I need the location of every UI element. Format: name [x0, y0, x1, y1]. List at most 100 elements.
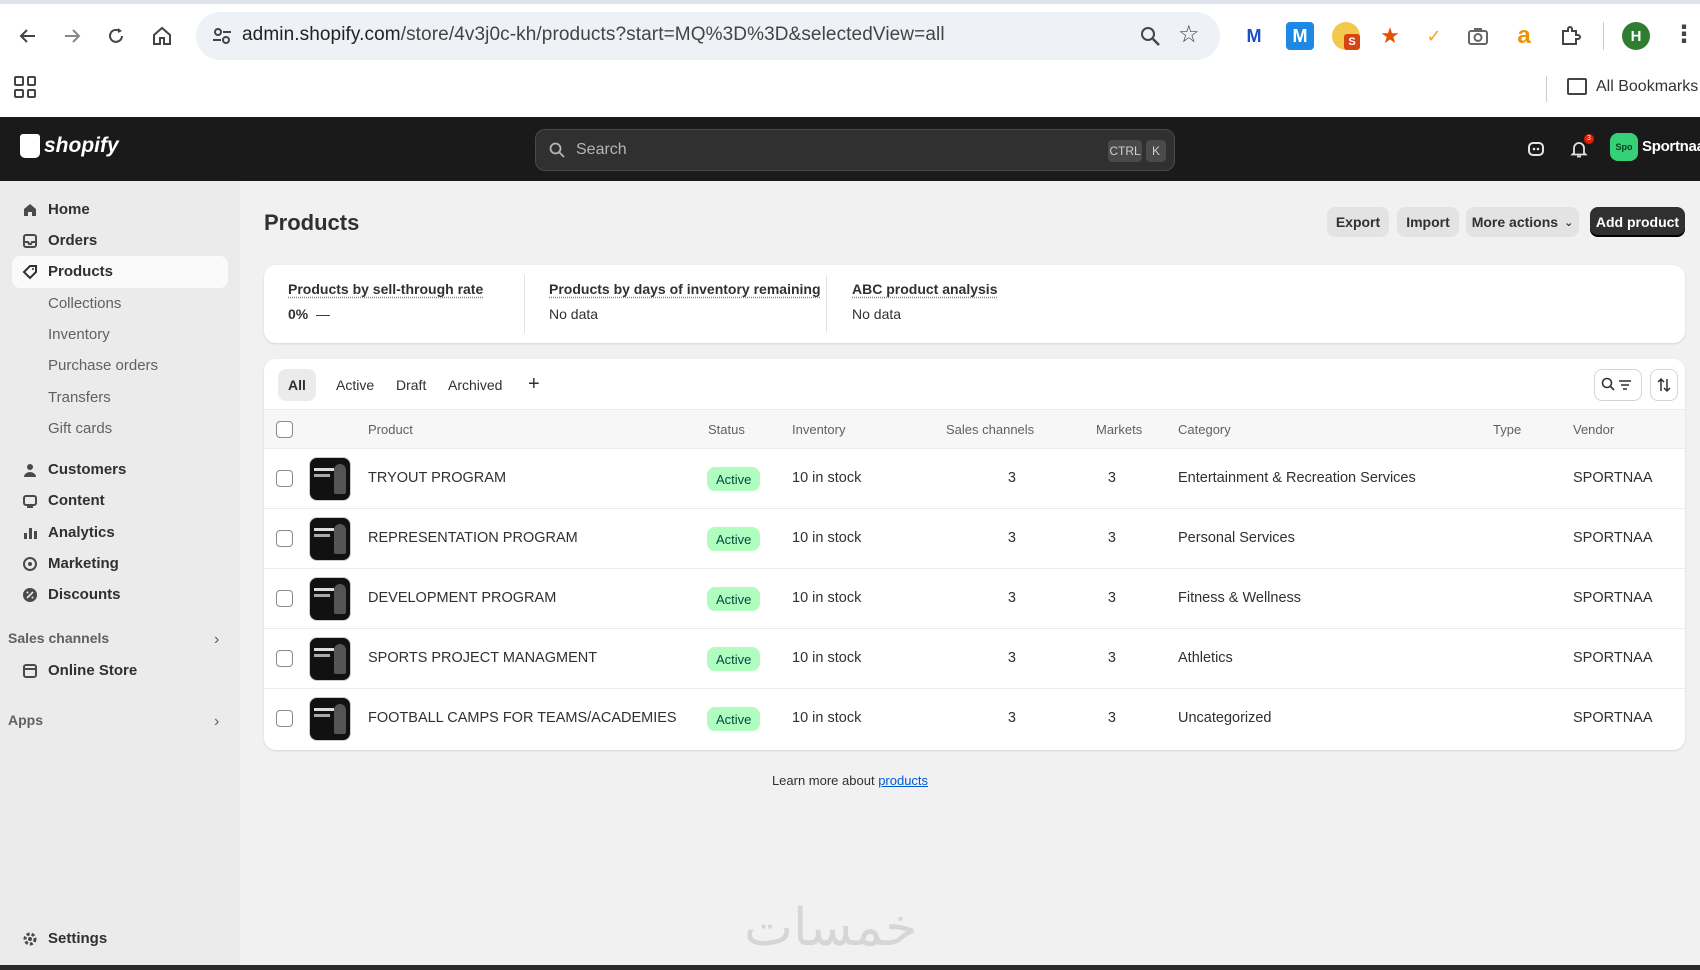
- camera-extension-icon[interactable]: [1464, 22, 1492, 50]
- shopify-logo-icon[interactable]: [20, 134, 40, 158]
- sort-button[interactable]: [1650, 369, 1678, 401]
- status-badge: Active: [707, 467, 761, 491]
- s-badge-extension-icon[interactable]: S: [1332, 22, 1360, 50]
- sidekick-icon[interactable]: [1524, 137, 1548, 161]
- column-header-inventory[interactable]: Inventory: [792, 422, 845, 437]
- vendor-cell: SPORTNAA: [1573, 530, 1653, 546]
- table-row[interactable]: SPORTS PROJECT MANAGMENT Active 10 in stoc…: [264, 629, 1685, 689]
- status-badge: Active: [707, 587, 761, 611]
- puzzle-icon[interactable]: [1556, 22, 1584, 50]
- metric-abc-analysis[interactable]: ABC product analysis No data: [852, 281, 997, 322]
- table-row[interactable]: FOOTBALL CAMPS FOR TEAMS/ACADEMIES Active…: [264, 689, 1685, 749]
- product-name[interactable]: FOOTBALL CAMPS FOR TEAMS/ACADEMIES: [368, 710, 677, 726]
- sidebar-item-collections[interactable]: Collections: [12, 288, 228, 320]
- column-header-vendor[interactable]: Vendor: [1573, 422, 1614, 437]
- malwarebytes-icon[interactable]: M: [1240, 22, 1268, 50]
- shopify-wordmark[interactable]: shopify: [44, 134, 119, 158]
- browser-menu-icon[interactable]: ⋮: [1672, 20, 1696, 49]
- metric-sell-through[interactable]: Products by sell-through rate 0% —: [288, 281, 483, 322]
- all-bookmarks-label[interactable]: All Bookmarks: [1596, 78, 1698, 96]
- sidebar-item-content[interactable]: Content: [12, 485, 228, 517]
- forward-arrow-icon[interactable]: [56, 20, 88, 52]
- person-check-extension-icon[interactable]: ✓: [1420, 22, 1448, 50]
- add-view-button[interactable]: +: [528, 373, 540, 396]
- export-button[interactable]: Export: [1327, 207, 1389, 237]
- tab-active[interactable]: Active: [326, 369, 384, 401]
- metric-days-inventory[interactable]: Products by days of inventory remaining …: [549, 281, 821, 322]
- table-row[interactable]: REPRESENTATION PROGRAM Active 10 in stock 3…: [264, 509, 1685, 569]
- column-header-category[interactable]: Category: [1178, 422, 1231, 437]
- table-row[interactable]: TRYOUT PROGRAM Active 10 in stock 3 3 Enterta…: [264, 449, 1685, 509]
- store-avatar[interactable]: Spo: [1610, 133, 1638, 161]
- site-settings-icon[interactable]: [210, 24, 234, 48]
- row-checkbox[interactable]: [276, 470, 293, 487]
- tab-archived[interactable]: Archived: [438, 369, 512, 401]
- sidebar-item-inventory[interactable]: Inventory: [12, 319, 228, 351]
- sidebar-item-discounts[interactable]: Discounts: [12, 579, 228, 611]
- tab-draft[interactable]: Draft: [386, 369, 436, 401]
- apps-heading[interactable]: Apps: [8, 712, 43, 728]
- product-thumbnail[interactable]: [309, 517, 351, 561]
- profile-avatar[interactable]: H: [1622, 22, 1650, 50]
- sidebar-item-label: Transfers: [48, 389, 111, 406]
- back-arrow-icon[interactable]: [12, 20, 44, 52]
- product-thumbnail[interactable]: [309, 577, 351, 621]
- vendor-cell: SPORTNAA: [1573, 590, 1653, 606]
- reload-icon[interactable]: [100, 20, 132, 52]
- column-header-markets[interactable]: Markets: [1096, 422, 1142, 437]
- bookmark-star-icon[interactable]: ☆: [1178, 20, 1200, 49]
- product-name[interactable]: SPORTS PROJECT MANAGMENT: [368, 650, 597, 666]
- chevron-right-icon[interactable]: ›: [214, 631, 219, 649]
- apps-grid-icon[interactable]: [14, 76, 36, 98]
- address-bar[interactable]: admin.shopify.com/store/4v3j0c-kh/produc…: [196, 12, 1220, 60]
- search-filter-button[interactable]: [1594, 369, 1642, 401]
- table-row[interactable]: DEVELOPMENT PROGRAM Active 10 in stock 3 3 Fi…: [264, 569, 1685, 629]
- column-header-type[interactable]: Type: [1493, 422, 1521, 437]
- sidebar-item-transfers[interactable]: Transfers: [12, 382, 228, 414]
- url-text[interactable]: admin.shopify.com/store/4v3j0c-kh/produc…: [242, 24, 945, 46]
- column-header-sales-channels[interactable]: Sales channels: [946, 422, 1034, 437]
- metric-divider: [826, 275, 827, 333]
- chevron-right-icon[interactable]: ›: [214, 713, 219, 731]
- sidebar-item-online-store[interactable]: Online Store: [12, 655, 228, 687]
- add-product-button[interactable]: Add product: [1590, 207, 1685, 237]
- products-help-link[interactable]: products: [878, 773, 928, 788]
- row-checkbox[interactable]: [276, 590, 293, 607]
- store-name[interactable]: Sportnaa: [1642, 138, 1700, 155]
- product-name[interactable]: REPRESENTATION PROGRAM: [368, 530, 578, 546]
- table-header: Product Status Inventory Sales channels …: [264, 409, 1685, 449]
- sidebar-item-purchase-orders[interactable]: Purchase orders: [12, 350, 228, 382]
- sidebar-item-home[interactable]: Home: [12, 194, 228, 226]
- product-name[interactable]: DEVELOPMENT PROGRAM: [368, 590, 556, 606]
- sidebar-item-settings[interactable]: Settings: [12, 923, 228, 955]
- sidebar-item-marketing[interactable]: Marketing: [12, 548, 228, 580]
- amazon-extension-icon[interactable]: a: [1510, 22, 1538, 50]
- sidebar-item-customers[interactable]: Customers: [12, 454, 228, 486]
- sidebar-item-orders[interactable]: Orders: [12, 225, 228, 257]
- sidebar-item-gift-cards[interactable]: Gift cards: [12, 413, 228, 445]
- product-thumbnail[interactable]: [309, 457, 351, 501]
- import-button[interactable]: Import: [1397, 207, 1459, 237]
- row-checkbox[interactable]: [276, 650, 293, 667]
- home-icon[interactable]: [146, 20, 178, 52]
- m-extension-icon[interactable]: M: [1286, 22, 1314, 50]
- row-checkbox[interactable]: [276, 530, 293, 547]
- column-header-status[interactable]: Status: [708, 422, 745, 437]
- product-name[interactable]: TRYOUT PROGRAM: [368, 470, 506, 486]
- product-thumbnail[interactable]: [309, 697, 351, 741]
- vendor-cell: SPORTNAA: [1573, 710, 1653, 726]
- sidebar-item-products[interactable]: Products: [12, 256, 228, 288]
- star-extension-icon[interactable]: ★: [1376, 22, 1404, 50]
- zoom-icon[interactable]: [1138, 24, 1162, 48]
- select-all-checkbox[interactable]: [276, 421, 293, 438]
- tab-all[interactable]: All: [278, 369, 316, 401]
- row-checkbox[interactable]: [276, 710, 293, 727]
- more-actions-button[interactable]: More actions ⌄: [1466, 207, 1579, 237]
- folder-icon[interactable]: [1567, 78, 1587, 95]
- column-header-product[interactable]: Product: [368, 422, 413, 437]
- search-bar[interactable]: Search CTRL K: [535, 129, 1175, 171]
- product-thumbnail[interactable]: [309, 637, 351, 681]
- sales-channels-heading[interactable]: Sales channels: [8, 630, 109, 646]
- sidebar-item-analytics[interactable]: Analytics: [12, 517, 228, 549]
- metric-value: No data: [852, 306, 902, 322]
